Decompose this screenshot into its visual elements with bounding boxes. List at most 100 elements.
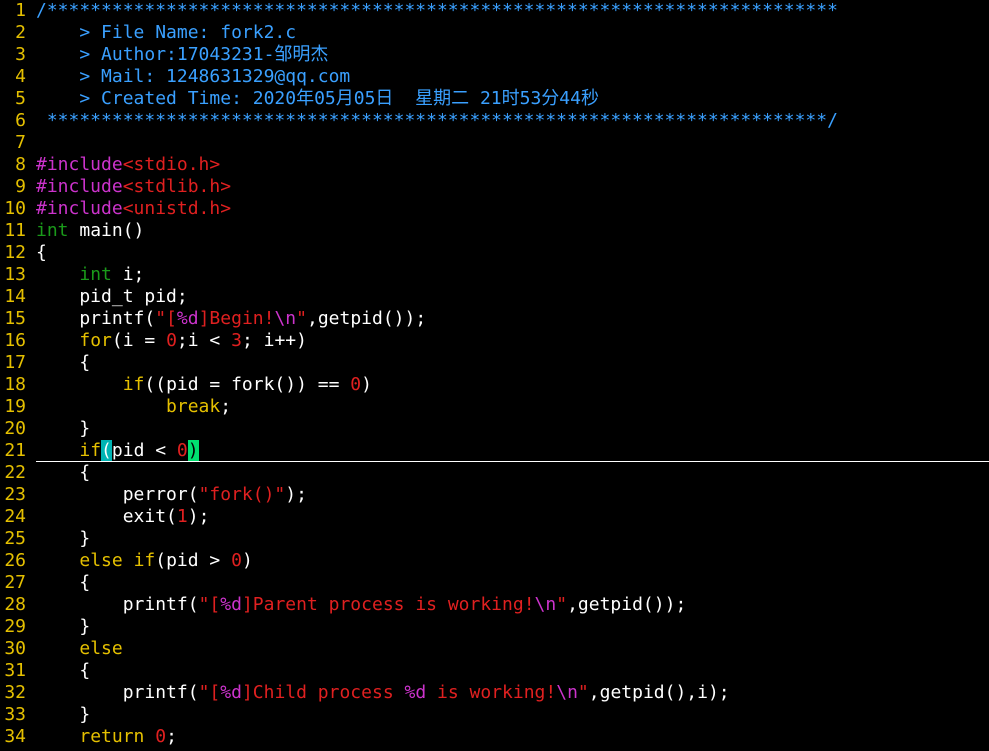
code-line[interactable]: 18 if((pid = fork()) == 0) [0, 374, 989, 396]
code-line[interactable]: 12 { [0, 242, 989, 264]
code-text: { [36, 572, 90, 593]
code-token: " [577, 682, 589, 703]
code-token: int [79, 264, 112, 285]
code-line[interactable]: 19 break; [0, 396, 989, 418]
code-token: #include [36, 154, 123, 175]
code-token: ****************************************… [36, 110, 838, 131]
code-line[interactable]: 5 > Created Time: 2020年05月05日 星期二 21时53分… [0, 88, 989, 110]
code-token: <unistd.h> [122, 198, 232, 219]
code-token: > Created Time: 2020年05月05日 星期二 21时53分44… [36, 88, 599, 109]
code-text: { [36, 242, 47, 263]
code-line[interactable]: 20 } [0, 418, 989, 440]
code-text: int main() [36, 220, 144, 241]
line-number: 24 [4, 506, 26, 527]
code-line[interactable]: 23 perror("fork()"); [0, 484, 989, 506]
code-line[interactable]: 6 **************************************… [0, 110, 989, 132]
code-line[interactable]: 27 { [0, 572, 989, 594]
code-token: "[ [198, 682, 221, 703]
code-text: } [36, 528, 90, 549]
code-token: <stdlib.h> [122, 176, 232, 197]
line-number: 25 [4, 528, 26, 549]
code-token: \n [556, 682, 578, 703]
code-token: 0 [155, 726, 167, 747]
code-token: ]Parent process is working! [241, 594, 535, 615]
code-token: > Author:17043231-邹明杰 [36, 44, 329, 65]
code-line[interactable]: 24 exit(1); [0, 506, 989, 528]
line-number: 11 [4, 220, 26, 241]
line-number: 34 [4, 726, 26, 747]
code-token: printf( [36, 594, 199, 615]
line-number: 22 [4, 462, 26, 483]
line-number: 17 [4, 352, 26, 373]
code-line[interactable]: 3 > Author:17043231-邹明杰 [0, 44, 989, 66]
code-line[interactable]: 29 } [0, 616, 989, 638]
code-token: %d [220, 594, 242, 615]
code-token: ;i < [176, 330, 232, 351]
code-token: for [79, 330, 112, 351]
code-line[interactable]: 9 #include<stdlib.h> [0, 176, 989, 198]
code-line[interactable]: 1 /**************************************… [0, 0, 989, 22]
code-line[interactable]: 31 { [0, 660, 989, 682]
code-text: printf("[%d]Begin!\n",getpid()); [36, 308, 426, 329]
line-number: 23 [4, 484, 26, 505]
line-number: 29 [4, 616, 26, 637]
code-line[interactable]: 34 return 0; [0, 726, 989, 748]
code-text: printf("[%d]Child process %d is working!… [36, 682, 730, 703]
code-token: { [36, 462, 91, 483]
code-token: else [79, 638, 123, 659]
line-number: 13 [4, 264, 26, 285]
code-line[interactable]: 14 pid_t pid; [0, 286, 989, 308]
line-number: 32 [4, 682, 26, 703]
code-token: } [36, 616, 91, 637]
code-line[interactable]: 7 [0, 132, 989, 154]
code-token: ( [101, 440, 112, 461]
code-line[interactable]: 13 int i; [0, 264, 989, 286]
code-token: i; [111, 264, 145, 285]
code-line[interactable]: 28 printf("[%d]Parent process is working… [0, 594, 989, 616]
code-token: \n [534, 594, 557, 615]
code-text: { [36, 462, 90, 483]
code-line[interactable]: 26 else if(pid > 0) [0, 550, 989, 572]
code-line[interactable]: 33 } [0, 704, 989, 726]
code-text: perror("fork()"); [36, 484, 307, 505]
code-text: break; [36, 396, 231, 417]
code-token: if [133, 550, 156, 571]
code-line[interactable]: 10 #include<unistd.h> [0, 198, 989, 220]
code-line[interactable]: 30 else [0, 638, 989, 660]
code-text: } [36, 616, 90, 637]
code-line[interactable]: 32 printf("[%d]Child process %d is worki… [0, 682, 989, 704]
code-line[interactable]: 2 > File Name: fork2.c [0, 22, 989, 44]
code-line[interactable]: 25 } [0, 528, 989, 550]
code-token: 1 [176, 506, 188, 527]
code-text: if((pid = fork()) == 0) [36, 374, 372, 395]
code-line[interactable]: 15 printf("[%d]Begin!\n",getpid()); [0, 308, 989, 330]
code-line[interactable]: 11 int main() [0, 220, 989, 242]
code-text: > Author:17043231-邹明杰 [36, 44, 328, 65]
code-token: pid < [111, 440, 177, 461]
line-number: 10 [4, 198, 26, 219]
line-number: 28 [4, 594, 26, 615]
code-token: } [36, 704, 91, 725]
code-line[interactable]: 8 #include<stdio.h> [0, 154, 989, 176]
code-line[interactable]: 16 for(i = 0;i < 3; i++) [0, 330, 989, 352]
code-token: > File Name: fork2.c [36, 22, 297, 43]
code-line[interactable]: 17 { [0, 352, 989, 374]
code-token: > Mail: 1248631329@qq.com [36, 66, 351, 87]
code-editor[interactable]: 1 /**************************************… [0, 0, 989, 751]
code-token: #include [36, 198, 123, 219]
code-token: 3 [231, 330, 242, 351]
code-line[interactable]: 21 if(pid < 0) [0, 440, 989, 462]
code-token: #include [36, 176, 123, 197]
line-number: 19 [4, 396, 26, 417]
code-line[interactable]: 4 > Mail: 1248631329@qq.com [0, 66, 989, 88]
line-number: 5 [15, 88, 26, 109]
code-token: ]Begin! [198, 308, 275, 329]
code-text: > Created Time: 2020年05月05日 星期二 21时53分44… [36, 88, 599, 109]
line-number: 2 [15, 22, 26, 43]
code-text: printf("[%d]Parent process is working!\n… [36, 594, 687, 615]
code-line[interactable]: 22 { [0, 462, 989, 484]
